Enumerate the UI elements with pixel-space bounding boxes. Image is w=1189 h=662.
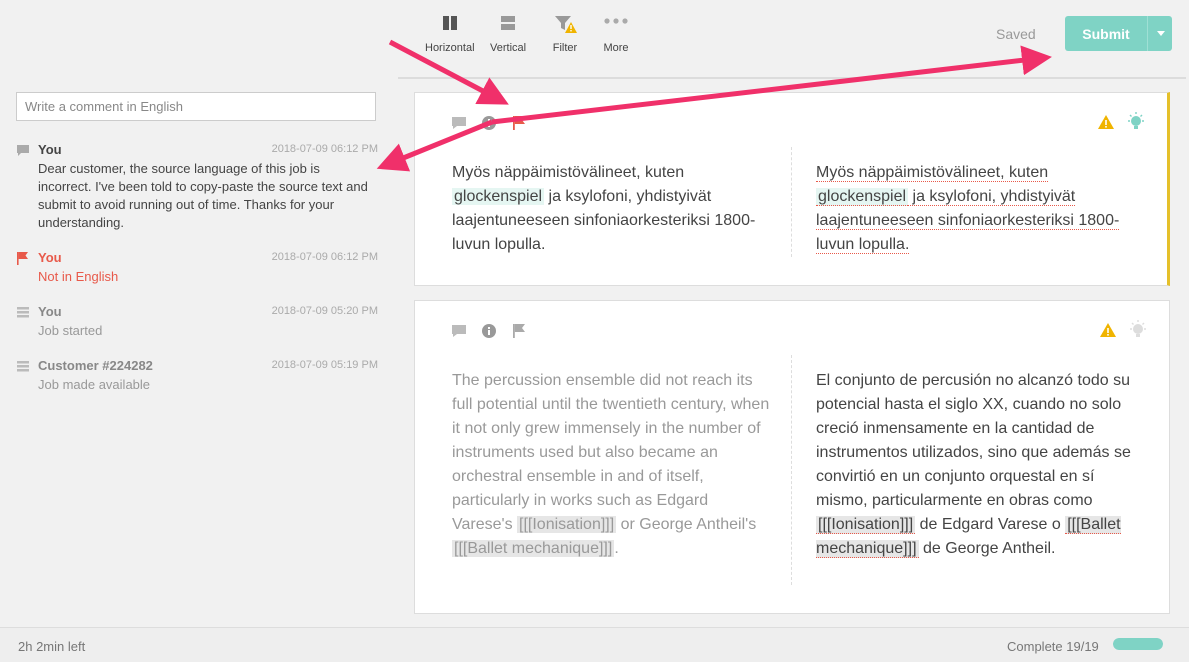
- target-editor[interactable]: Myös näppäimistövälineet, kuten glockens…: [816, 161, 1136, 257]
- inline-tag[interactable]: [[[Ballet mechanique]]]: [452, 540, 615, 557]
- info-icon[interactable]: [481, 323, 497, 344]
- feed-time: 2018-07-09 05:19 PM: [271, 359, 378, 371]
- target-text-part: Myös näppäimistövälineet, kuten: [816, 164, 1049, 182]
- more-button[interactable]: More: [602, 12, 630, 54]
- feed-author: You: [38, 142, 62, 157]
- toolbar: Horizontal Vertical Filter More Saved Su…: [0, 0, 1189, 78]
- vertical-layout-icon: [497, 12, 519, 34]
- source-text: Myös näppäimistövälineet, kuten glockens…: [452, 161, 772, 257]
- feed-text: Dear customer, the source language of th…: [38, 161, 368, 230]
- feed-time: 2018-07-09 06:12 PM: [271, 251, 378, 263]
- segment-status-tools: [1099, 319, 1149, 346]
- feed-text: Job made available: [38, 377, 151, 392]
- lightbulb-icon[interactable]: [1127, 319, 1149, 346]
- source-text-part: The percussion ensemble did not reach it…: [452, 372, 770, 533]
- lightbulb-icon[interactable]: [1125, 111, 1147, 138]
- list-icon: [16, 306, 30, 319]
- horizontal-layout-icon: [439, 12, 461, 34]
- source-text-part: .: [614, 540, 619, 557]
- column-divider: [791, 355, 792, 585]
- segment-card-1[interactable]: Myös näppäimistövälineet, kuten glockens…: [414, 92, 1170, 286]
- submit-group: Submit: [1065, 16, 1172, 51]
- feed-item-log: Customer #224282 2018-07-09 05:19 PM Job…: [16, 358, 378, 394]
- horizontal-layout-button[interactable]: Horizontal: [425, 12, 475, 54]
- target-editor[interactable]: El conjunto de percusión no alcanzó todo…: [816, 369, 1136, 561]
- flag-icon[interactable]: [511, 115, 527, 136]
- feed-time: 2018-07-09 06:12 PM: [271, 143, 378, 155]
- more-dots-icon: [602, 12, 630, 34]
- submit-button[interactable]: Submit: [1065, 16, 1147, 51]
- feed-text: Job started: [38, 323, 103, 338]
- flag-icon: [16, 252, 30, 265]
- saved-status: Saved: [996, 26, 1036, 42]
- toolbar-divider: [398, 77, 1186, 79]
- feed-text: Not in English: [38, 269, 119, 284]
- info-icon[interactable]: [481, 115, 497, 136]
- vertical-label: Vertical: [490, 42, 527, 54]
- segment-status-tools: [1097, 111, 1147, 138]
- progress-fill: [1113, 638, 1163, 650]
- completion-status: Complete 19/19: [1007, 639, 1099, 654]
- feed-author: Customer #224282: [38, 358, 153, 373]
- segment-card-2[interactable]: The percussion ensemble did not reach it…: [414, 300, 1170, 614]
- flag-icon[interactable]: [511, 323, 527, 344]
- feed-time: 2018-07-09 05:20 PM: [271, 305, 378, 317]
- vertical-layout-button[interactable]: Vertical: [490, 12, 526, 54]
- source-text: The percussion ensemble did not reach it…: [452, 369, 772, 561]
- column-divider: [791, 147, 792, 257]
- glossary-term[interactable]: glockenspiel: [452, 188, 545, 205]
- status-bar: 2h 2min left Complete 19/19: [0, 627, 1189, 662]
- target-text-part: El conjunto de percusión no alcanzó todo…: [816, 372, 1131, 509]
- filter-label: Filter: [552, 42, 578, 54]
- target-text-part: de Edgard Varese o: [915, 516, 1066, 533]
- horizontal-label: Horizontal: [425, 42, 475, 54]
- progress-bar: [1113, 638, 1163, 650]
- filter-warning-icon: [552, 12, 578, 34]
- glossary-term[interactable]: glockenspiel: [816, 188, 909, 206]
- feed-author: You: [38, 304, 62, 319]
- inline-tag[interactable]: [[[Ionisation]]]: [816, 516, 916, 534]
- feed-item-comment: You 2018-07-09 06:12 PM Dear customer, t…: [16, 142, 378, 232]
- feed-item-log: You 2018-07-09 05:20 PM Job started: [16, 304, 378, 340]
- target-text-part: de George Antheil.: [918, 540, 1056, 557]
- filter-button[interactable]: Filter: [552, 12, 578, 54]
- time-left: 2h 2min left: [18, 639, 86, 654]
- comment-icon[interactable]: [451, 324, 467, 343]
- source-text-part: or George Antheil's: [616, 516, 757, 533]
- warning-icon[interactable]: [1097, 114, 1115, 135]
- segment-tools: [451, 115, 527, 136]
- comment-icon: [16, 144, 30, 157]
- source-text-part: Myös näppäimistövälineet, kuten: [452, 164, 685, 181]
- more-label: More: [603, 42, 629, 54]
- warning-icon[interactable]: [1099, 322, 1117, 343]
- segment-tools: [451, 323, 527, 344]
- submit-dropdown-button[interactable]: [1147, 16, 1172, 51]
- inline-tag[interactable]: [[[Ionisation]]]: [517, 516, 617, 533]
- comment-icon[interactable]: [451, 116, 467, 135]
- feed-item-flag: You 2018-07-09 06:12 PM Not in English: [16, 250, 378, 286]
- comment-input[interactable]: [16, 92, 376, 121]
- list-icon: [16, 360, 30, 373]
- feed-author: You: [38, 250, 62, 265]
